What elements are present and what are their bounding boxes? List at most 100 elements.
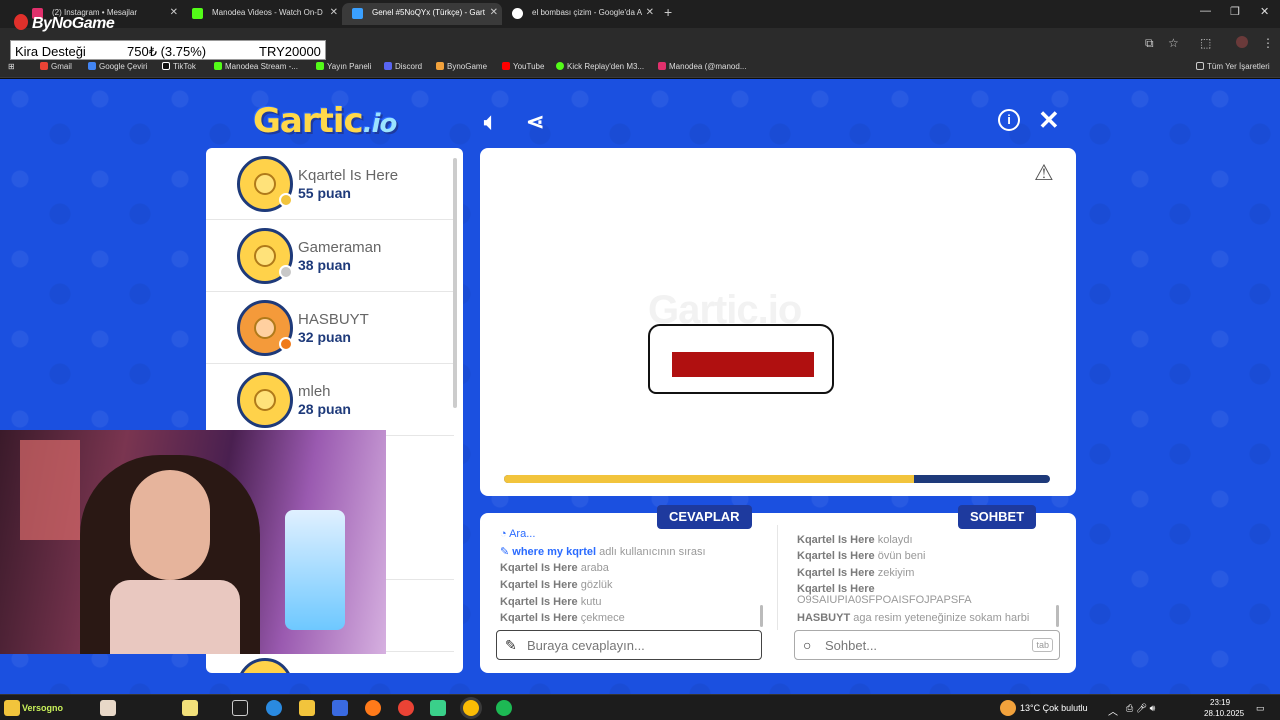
- maximize-icon[interactable]: ❐: [1230, 5, 1240, 18]
- tab-title: el bombası çizim - Google'da A: [532, 8, 643, 17]
- all-bookmarks[interactable]: Tüm Yer İşaretleri: [1196, 62, 1270, 71]
- players-scrollbar[interactable]: [453, 158, 457, 408]
- star-icon[interactable]: ☆: [1168, 36, 1179, 50]
- bookmark-bynogame[interactable]: BynoGame: [436, 62, 487, 71]
- windows-taskbar: Versogno 13°C Çok bulutlu ︿ ⎙ 🎤︎ 🔊︎ 23:1…: [0, 694, 1280, 720]
- menu-icon[interactable]: ⋮: [1262, 36, 1274, 50]
- player-row[interactable]: HASBUYT 32 puan: [206, 292, 454, 364]
- answer-message: Kqartel Is Here araba: [500, 562, 609, 574]
- turn-message: ✎ where my kqrtel adlı kullanıcının sıra…: [500, 546, 706, 558]
- bookmark-manodea-instagram[interactable]: Manodea (@manod...: [658, 62, 747, 71]
- minimize-icon[interactable]: —: [1200, 5, 1211, 17]
- edge-icon[interactable]: [266, 700, 282, 716]
- browser-tab-bar: (2) Instagram • Mesajlar ✕ Manodea Video…: [0, 0, 1280, 28]
- bookmarks-bar: ⊞ Gmail Google Çeviri TikTok Manodea Str…: [0, 58, 1280, 78]
- bookmark-translate[interactable]: Google Çeviri: [88, 62, 147, 71]
- sound-icon[interactable]: 🔈︎: [484, 109, 497, 135]
- streamer-shirt: [110, 580, 240, 654]
- close-tab-icon[interactable]: ✕: [170, 7, 178, 18]
- app-icon[interactable]: [430, 700, 446, 716]
- player-name: mleh: [298, 383, 331, 400]
- chat-message: Kqartel Is Here zekiyim: [797, 567, 915, 579]
- tray-icons[interactable]: ⎙ 🎤︎ 🔊︎: [1126, 703, 1155, 714]
- answers-scrollbar[interactable]: [760, 605, 763, 627]
- tab-key-hint: tab: [1032, 638, 1053, 652]
- close-icon[interactable]: ✕: [1038, 105, 1060, 136]
- streamer-face: [130, 470, 210, 580]
- chrome-active-icon[interactable]: [463, 700, 479, 716]
- chat-input[interactable]: ○ Sohbet... tab: [794, 630, 1060, 660]
- cast-icon[interactable]: ⧉: [1145, 36, 1154, 51]
- bookmark-kick-replay[interactable]: Kick Replay'den M3...: [556, 62, 644, 71]
- close-tab-icon[interactable]: ✕: [330, 7, 338, 18]
- notification-icon[interactable]: ▭: [1256, 703, 1265, 714]
- timer-bar: [504, 475, 1050, 483]
- player-row[interactable]: Kqartel Is Here 55 puan: [206, 148, 454, 220]
- bookmark-manodea-stream[interactable]: Manodea Stream -...: [214, 62, 298, 71]
- profile-avatar[interactable]: [1236, 36, 1248, 48]
- gartic-icon: [352, 8, 363, 19]
- tab-kick[interactable]: Manodea Videos - Watch On-D ✕: [182, 3, 342, 25]
- widget-image-icon: [100, 700, 116, 716]
- tray-chevron-icon[interactable]: ︿: [1108, 703, 1118, 718]
- widget-icon[interactable]: [4, 700, 20, 716]
- answer-message: Kqartel Is Here çekmece: [500, 612, 625, 624]
- player-avatar: [237, 372, 293, 428]
- sparkle-icon: [182, 700, 198, 716]
- answer-system-message: ◔ Ara...: [500, 528, 536, 540]
- new-tab-icon[interactable]: +: [664, 4, 672, 20]
- tab-google[interactable]: el bombası çizim - Google'da A ✕: [502, 3, 658, 25]
- wall-poster: [20, 440, 80, 540]
- player-avatar: [237, 228, 293, 284]
- player-name: Gameraman: [298, 239, 382, 256]
- tab-title: Genel #5NoQYx (Türkçe) - Gart: [372, 8, 485, 17]
- chat-message: HASBUYT aga resim yeteneğinize sokam har…: [797, 612, 1030, 624]
- donation-goal-bar: Kira Desteği 750₺ (3.75%) TRY20000: [10, 40, 326, 60]
- webcam-feed: [0, 430, 386, 654]
- extensions-icon[interactable]: ⬚: [1200, 36, 1211, 50]
- task-view-icon[interactable]: [232, 700, 248, 716]
- file-explorer-icon[interactable]: [299, 700, 315, 716]
- chat-header: SOHBET: [958, 505, 1037, 529]
- player-row[interactable]: mleh 28 puan: [206, 364, 454, 436]
- player-name: Kqartel Is Here: [298, 167, 399, 184]
- chat-placeholder: Sohbet...: [825, 638, 878, 653]
- kick-icon: [192, 8, 203, 19]
- timer-fill: [504, 475, 914, 483]
- answers-header: CEVAPLAR: [657, 505, 752, 529]
- bookmark-gmail[interactable]: Gmail: [40, 62, 72, 71]
- close-tab-icon[interactable]: ✕: [646, 7, 654, 18]
- taskbar-search-label[interactable]: Versogno: [22, 703, 63, 713]
- bookmark-youtube[interactable]: YouTube: [502, 62, 544, 71]
- close-window-icon[interactable]: ✕: [1260, 5, 1269, 18]
- store-icon[interactable]: [332, 700, 348, 716]
- weather-text[interactable]: 13°C Çok bulutlu: [1020, 703, 1088, 713]
- chat-scrollbar[interactable]: [1056, 605, 1059, 627]
- chat-message: Kqartel Is Here O9SAIUPIA0SFPOAISFOJPAPSF…: [797, 583, 972, 606]
- answer-placeholder: Buraya cevaplayın...: [527, 638, 645, 653]
- player-name: HASBUYT: [298, 311, 369, 328]
- bookmark-tiktok[interactable]: TikTok: [162, 62, 196, 71]
- spotify-icon[interactable]: [496, 700, 512, 716]
- search-icon: ◔: [500, 528, 510, 540]
- drawing-canvas: ⚠ Gartic.io: [480, 148, 1076, 496]
- share-icon[interactable]: ⋖: [526, 109, 544, 135]
- bynogame-icon: [14, 14, 28, 30]
- gartic-logo: Gartic.io: [253, 101, 397, 141]
- status-dot: [279, 337, 293, 351]
- close-tab-icon[interactable]: ✕: [490, 7, 498, 18]
- tab-gartic[interactable]: Genel #5NoQYx (Türkçe) - Gart ✕: [342, 3, 502, 25]
- clock-date[interactable]: 28.10.2025: [1204, 709, 1244, 718]
- player-row[interactable]: Gameraman 38 puan: [206, 220, 454, 292]
- apps-icon[interactable]: ⊞: [8, 62, 15, 71]
- player-avatar: [237, 658, 293, 673]
- answer-input[interactable]: ✎ Buraya cevaplayın...: [496, 630, 762, 660]
- chrome-icon[interactable]: [398, 700, 414, 716]
- report-warning-icon[interactable]: ⚠: [1034, 160, 1054, 186]
- info-icon[interactable]: i: [998, 109, 1020, 131]
- bookmark-yayin-paneli[interactable]: Yayın Paneli: [316, 62, 371, 71]
- bookmark-discord[interactable]: Discord: [384, 62, 422, 71]
- screen: (2) Instagram • Mesajlar ✕ Manodea Video…: [0, 0, 1280, 720]
- firefox-icon[interactable]: [365, 700, 381, 716]
- clock-time[interactable]: 23:19: [1210, 698, 1230, 707]
